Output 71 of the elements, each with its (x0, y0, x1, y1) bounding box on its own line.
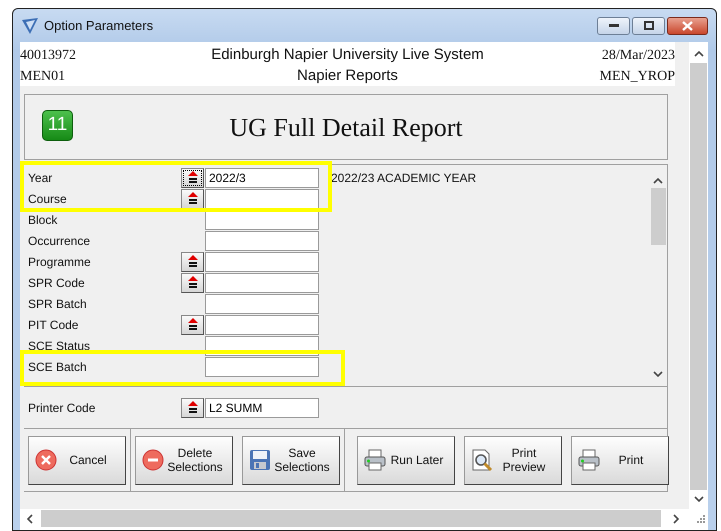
lookup-icon (188, 276, 198, 289)
scroll-up-icon[interactable] (694, 50, 704, 57)
lookup-button[interactable] (181, 314, 204, 334)
header-info-text: 28/Mar/2023 (602, 46, 675, 65)
scroll-right-icon[interactable] (673, 514, 680, 524)
delete-icon (142, 449, 164, 471)
user-id-text: 40013972 (20, 46, 76, 65)
lookup-icon (188, 318, 198, 331)
field-label: Occurrence (27, 232, 92, 250)
field-label: SPR Batch (27, 296, 88, 312)
action-button[interactable]: Delete Selections (135, 436, 233, 484)
input-field[interactable] (205, 294, 319, 314)
header-title: Edinburgh Napier University Live System (211, 45, 484, 65)
input-field[interactable] (205, 356, 319, 376)
app-icon (21, 16, 39, 34)
input-field[interactable] (205, 230, 319, 250)
lookup-button[interactable] (181, 272, 204, 292)
field-label: PIT Code (27, 316, 80, 334)
input-field[interactable]: L2 SUMM (205, 398, 319, 418)
action-button[interactable]: Print Preview (464, 436, 562, 484)
lookup-icon (188, 255, 198, 268)
close-button[interactable] (667, 16, 708, 34)
resize-grip-icon[interactable] (696, 514, 705, 523)
scroll-left-icon[interactable] (26, 514, 33, 524)
lookup-button[interactable] (181, 188, 204, 208)
input-field[interactable] (205, 188, 319, 208)
printer-icon (364, 449, 386, 471)
action-button[interactable]: Run Later (357, 436, 455, 484)
field-label: SCE Batch (27, 358, 88, 376)
field-label: Course (27, 190, 68, 208)
lookup-button[interactable] (181, 168, 204, 188)
header-title: Napier Reports (297, 66, 398, 86)
field-label: Block (27, 212, 58, 228)
input-field[interactable]: 2022/3 (205, 168, 319, 188)
field-label: SPR Code (27, 274, 86, 292)
scroll-up-icon[interactable] (653, 177, 663, 184)
field-label: SCE Status (27, 338, 92, 354)
lookup-icon (188, 192, 198, 205)
lookup-button[interactable] (181, 398, 204, 418)
scroll-down-icon[interactable] (653, 371, 663, 378)
scrollbar-thumb[interactable] (690, 63, 708, 490)
scroll-down-icon[interactable] (694, 496, 704, 503)
action-button[interactable]: Cancel (28, 436, 126, 484)
action-button[interactable]: Save Selections (242, 436, 340, 484)
lookup-icon (188, 171, 198, 184)
report-number-badge: 11 (42, 110, 73, 141)
window-title: Option Parameters (44, 16, 154, 35)
printer-icon (578, 449, 600, 471)
lookup-icon (188, 401, 198, 414)
field-label: Year (27, 170, 54, 186)
field-label: Printer Code (27, 400, 96, 416)
report-title: UG Full Detail Report (229, 112, 463, 144)
header-info-text: MEN_YROP (600, 68, 675, 86)
field-label: Programme (27, 254, 92, 270)
close-icon (682, 20, 693, 30)
field-description: 2022/23 ACADEMIC YEAR (331, 170, 476, 186)
maximize-icon (644, 21, 654, 30)
user-id-text: MEN01 (20, 68, 66, 86)
minimize-button[interactable] (597, 16, 630, 34)
input-field[interactable] (205, 272, 319, 292)
save-icon (249, 449, 271, 471)
scrollbar-thumb[interactable] (650, 188, 666, 245)
maximize-button[interactable] (632, 16, 665, 34)
lookup-button[interactable] (181, 252, 204, 272)
scrollbar-thumb[interactable] (41, 510, 661, 527)
minimize-icon (608, 24, 618, 28)
input-field[interactable] (205, 314, 319, 334)
action-button[interactable]: Print (571, 436, 669, 484)
print-preview-icon (471, 449, 493, 471)
input-field[interactable] (205, 252, 319, 272)
cancel-icon (35, 449, 57, 471)
